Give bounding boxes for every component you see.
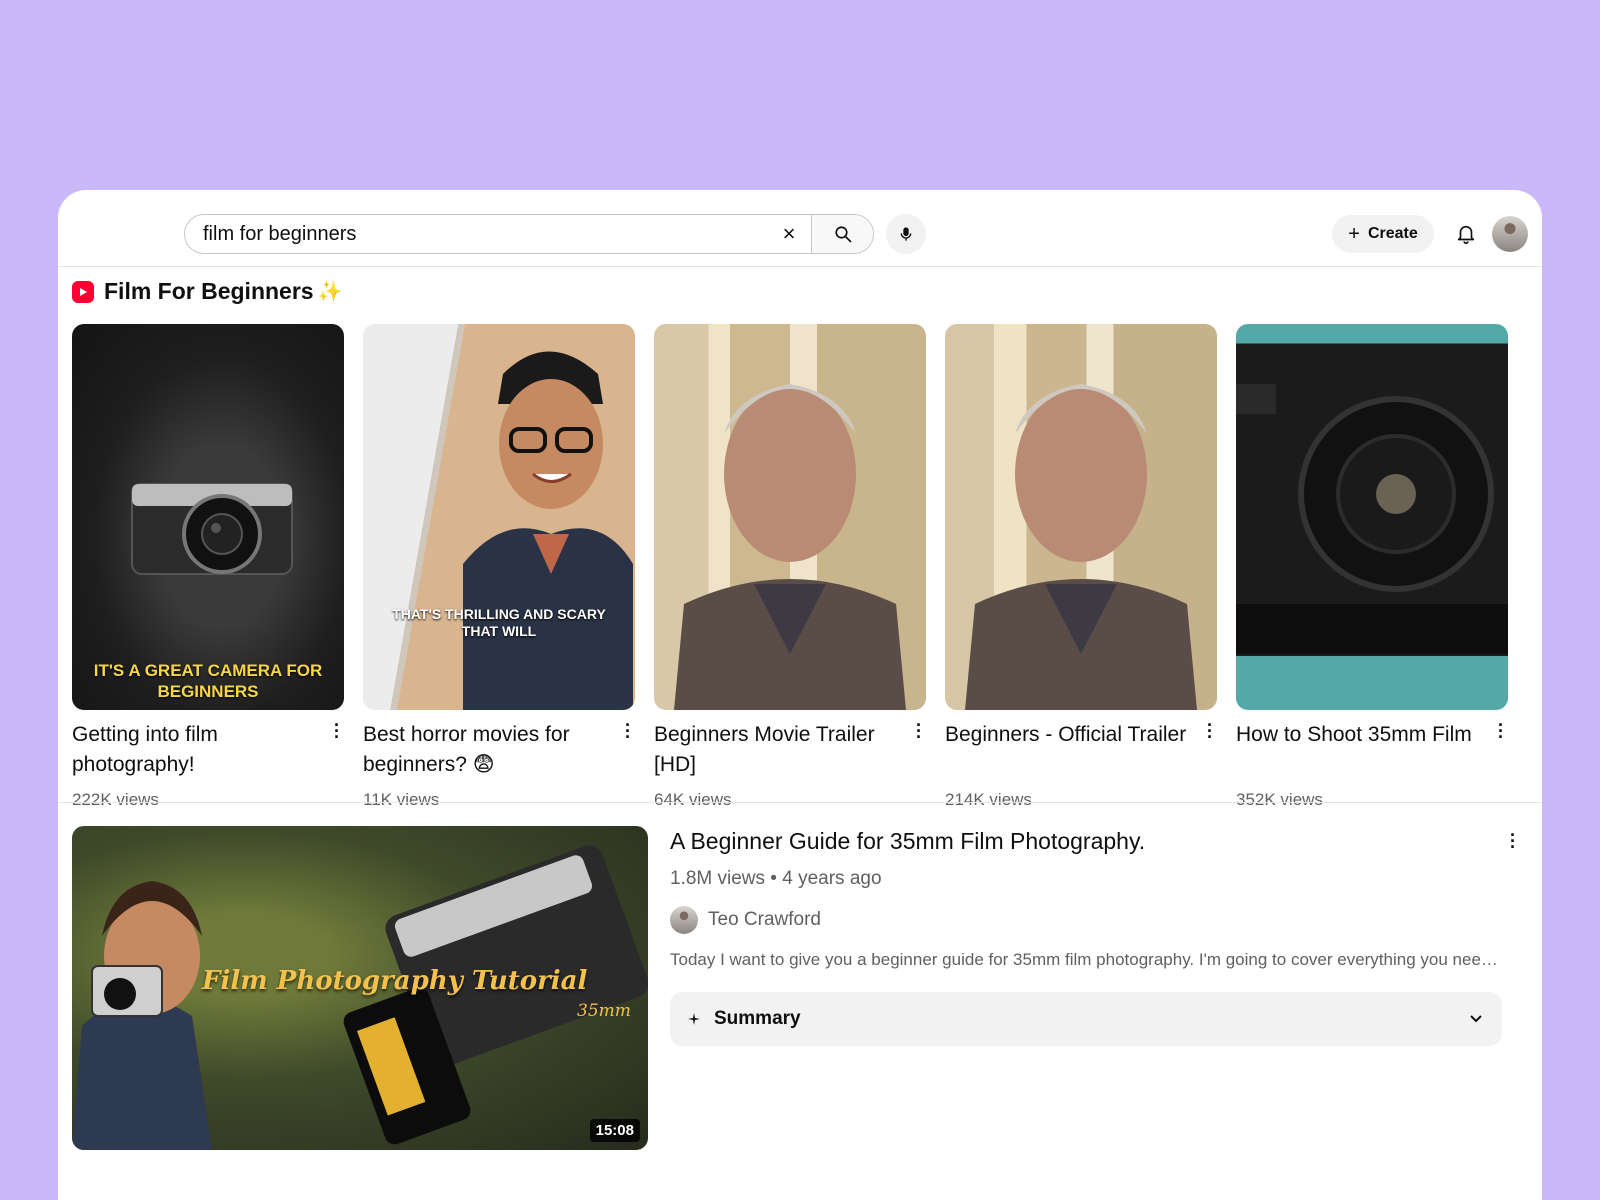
- short-views: 11K views: [363, 790, 440, 809]
- more-options-icon[interactable]: · · ·: [1207, 716, 1213, 746]
- more-options-icon[interactable]: · · ·: [625, 716, 631, 746]
- channel-avatar[interactable]: [670, 906, 698, 934]
- voice-search-button[interactable]: [886, 214, 926, 254]
- short-card[interactable]: How to Shoot 35mm Film 352K views · · ·: [1236, 324, 1508, 810]
- short-title[interactable]: Beginners Movie Trailer [HD]: [654, 720, 926, 780]
- search-box[interactable]: ×: [184, 214, 874, 254]
- featured-video-thumbnail[interactable]: Film Photography Tutorial 35mm 15:08: [72, 826, 648, 1150]
- app-window: × + Create Film For Beginners ✨: [58, 190, 1542, 1200]
- video-duration-badge: 15:08: [589, 1119, 640, 1142]
- create-label: Create: [1367, 225, 1418, 242]
- short-card[interactable]: THAT'S THRILLING AND SCARY THAT WILL Bes…: [363, 324, 635, 810]
- camera-closeup-illustration: [1236, 344, 1508, 654]
- short-thumbnail[interactable]: [1236, 324, 1508, 710]
- account-avatar[interactable]: [1492, 216, 1528, 252]
- featured-video-description: Today I want to give you a beginner guid…: [670, 950, 1502, 969]
- thumbnail-overlay-title: Film Photography Tutorial: [202, 966, 588, 996]
- short-card[interactable]: Beginners Movie Trailer [HD] 64K views ·…: [654, 324, 926, 810]
- short-title[interactable]: Getting into film photography!: [72, 720, 344, 780]
- clear-search-button[interactable]: ×: [767, 215, 811, 253]
- camera-illustration: [131, 483, 293, 575]
- channel-link[interactable]: Teo Crawford: [670, 906, 1502, 934]
- more-options-icon[interactable]: · · ·: [334, 716, 340, 746]
- shorts-section-title: Film For Beginners: [104, 278, 314, 304]
- person-illustration: [463, 351, 633, 710]
- short-views: 222K views: [72, 790, 159, 809]
- notifications-button[interactable]: [1450, 218, 1482, 250]
- bell-icon: [1457, 225, 1475, 244]
- short-caption: THAT'S THRILLING AND SCARY THAT WILL: [392, 606, 606, 639]
- microphone-icon: [900, 227, 912, 241]
- sparkle-icon: [688, 1013, 700, 1025]
- featured-video-title[interactable]: A Beginner Guide for 35mm Film Photograp…: [670, 826, 1502, 856]
- featured-video-stats: 1.8M views • 4 years ago: [670, 868, 882, 889]
- short-title[interactable]: How to Shoot 35mm Film: [1236, 720, 1508, 780]
- chevron-down-icon: [1470, 1015, 1482, 1023]
- featured-video-info: A Beginner Guide for 35mm Film Photograp…: [670, 826, 1516, 1046]
- short-thumbnail[interactable]: [654, 324, 926, 710]
- search-button[interactable]: [811, 215, 873, 253]
- shorts-header: Film For Beginners ✨: [72, 278, 343, 305]
- search-input[interactable]: [185, 215, 767, 253]
- search-icon: [834, 226, 851, 243]
- short-thumbnail[interactable]: IT'S A GREAT CAMERA FOR BEGINNERS: [72, 324, 344, 710]
- close-icon: ×: [782, 221, 796, 246]
- short-title[interactable]: Best horror movies for beginners? 😨: [363, 720, 635, 780]
- short-card[interactable]: Beginners - Official Trailer 214K views …: [945, 324, 1217, 810]
- channel-name[interactable]: Teo Crawford: [708, 909, 821, 931]
- section-divider: [58, 802, 1542, 803]
- short-views: 352K views: [1236, 790, 1323, 809]
- more-options-icon[interactable]: · · ·: [916, 716, 922, 746]
- thumbnail-overlay-label: 35mm: [577, 1001, 631, 1021]
- short-title[interactable]: Beginners - Official Trailer: [945, 720, 1217, 780]
- shorts-list: IT'S A GREAT CAMERA FOR BEGINNERS Gettin…: [72, 324, 1528, 810]
- sparkle-icon: ✨: [317, 281, 343, 303]
- short-views: 214K views: [945, 790, 1032, 809]
- create-button[interactable]: + Create: [1332, 215, 1434, 253]
- plus-icon: +: [1348, 222, 1360, 245]
- short-thumbnail[interactable]: [945, 324, 1217, 710]
- summary-toggle[interactable]: Summary: [670, 992, 1502, 1046]
- short-caption: IT'S A GREAT CAMERA FOR BEGINNERS: [93, 661, 323, 701]
- top-bar: × + Create: [58, 190, 1542, 267]
- short-views: 64K views: [654, 790, 732, 809]
- more-options-icon[interactable]: · · ·: [1498, 716, 1504, 746]
- short-card[interactable]: IT'S A GREAT CAMERA FOR BEGINNERS Gettin…: [72, 324, 344, 810]
- more-options-icon[interactable]: · · ·: [1510, 826, 1516, 856]
- shorts-logo-icon: [72, 280, 94, 303]
- short-thumbnail[interactable]: THAT'S THRILLING AND SCARY THAT WILL: [363, 324, 635, 710]
- person-illustration: [965, 384, 1197, 710]
- person-illustration: [674, 384, 906, 710]
- summary-label: Summary: [714, 1008, 801, 1029]
